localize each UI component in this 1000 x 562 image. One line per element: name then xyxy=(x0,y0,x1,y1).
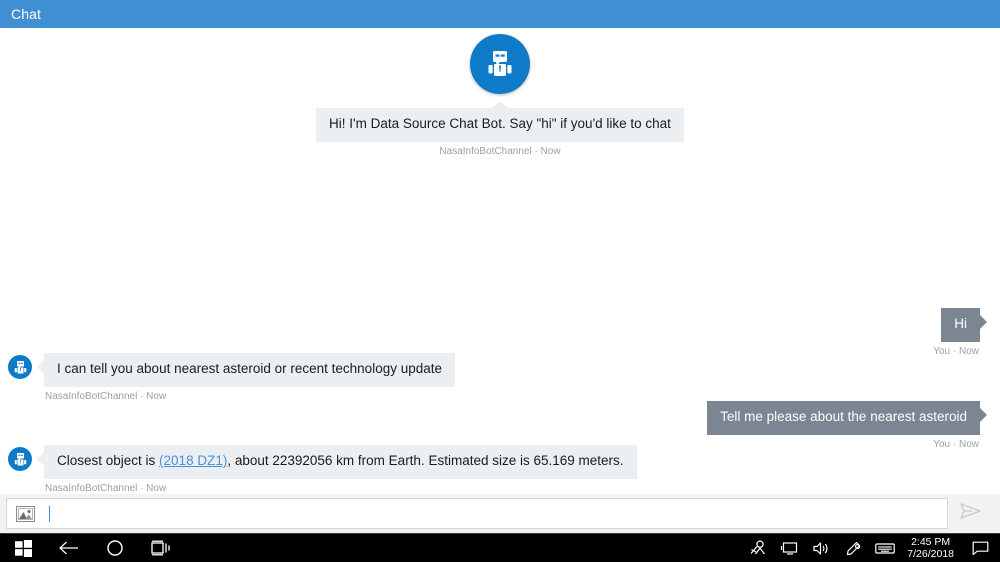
people-icon[interactable] xyxy=(741,534,773,562)
user-message-bubble: Hi xyxy=(941,308,987,342)
text-cursor xyxy=(49,505,50,522)
cortana-circle-icon[interactable] xyxy=(92,534,138,562)
intro-message-meta: NasaInfoBotChannel · Now xyxy=(439,145,561,157)
back-arrow-icon[interactable] xyxy=(46,534,92,562)
task-view-icon[interactable] xyxy=(138,534,184,562)
title-bar: Chat xyxy=(0,0,1000,28)
windows-start-icon[interactable] xyxy=(0,534,46,562)
bot-answer-suffix: , about 22392056 km from Earth. Estimate… xyxy=(227,453,624,468)
send-icon xyxy=(959,502,983,525)
send-button[interactable] xyxy=(948,498,994,529)
keyboard-icon[interactable] xyxy=(869,534,901,562)
asteroid-designation-link[interactable]: (2018 DZ1) xyxy=(159,453,227,468)
bot-icon xyxy=(8,355,32,379)
user-message-bubble: Tell me please about the nearest asteroi… xyxy=(707,401,987,435)
pen-icon[interactable] xyxy=(837,534,869,562)
notification-icon[interactable] xyxy=(964,534,996,562)
bot-message-meta: NasaInfoBotChannel · Now xyxy=(45,482,167,494)
message-row-bot-answer: Closest object is (2018 DZ1), about 2239… xyxy=(8,445,637,494)
user-message-text: Tell me please about the nearest asteroi… xyxy=(720,409,967,424)
monitor-icon[interactable] xyxy=(773,534,805,562)
bot-message-bubble: I can tell you about nearest asteroid or… xyxy=(36,353,456,387)
user-message-meta: You · Now xyxy=(933,345,979,357)
message-row-user-question: Tell me please about the nearest asteroi… xyxy=(707,401,992,450)
clock-time: 2:45 PM xyxy=(911,536,951,548)
message-input-container[interactable] xyxy=(6,498,948,529)
bot-icon xyxy=(470,34,530,94)
chat-app-window: Chat Hi! I'm Data Source Chat Bot. Say "… xyxy=(0,0,1000,562)
bot-answer-prefix: Closest object is xyxy=(57,453,160,468)
taskbar-clock[interactable]: 2:45 PM 7/26/2018 xyxy=(901,536,964,560)
message-row-user-hi: Hi You · Now xyxy=(933,308,992,357)
message-composer xyxy=(0,494,1000,533)
user-message-meta: You · Now xyxy=(933,438,979,450)
message-row-bot-options: I can tell you about nearest asteroid or… xyxy=(8,353,456,402)
intro-message-bubble: Hi! I'm Data Source Chat Bot. Say "hi" i… xyxy=(316,101,684,142)
conversation-area[interactable]: Hi! I'm Data Source Chat Bot. Say "hi" i… xyxy=(0,28,1000,494)
bot-message-bubble: Closest object is (2018 DZ1), about 2239… xyxy=(37,445,637,479)
clock-date: 7/26/2018 xyxy=(907,548,954,560)
bot-message-text: I can tell you about nearest asteroid or… xyxy=(57,361,443,376)
bot-icon xyxy=(8,447,32,471)
window-title: Chat xyxy=(11,6,41,22)
windows-taskbar: 2:45 PM 7/26/2018 xyxy=(0,533,1000,562)
user-message-text: Hi xyxy=(954,316,967,331)
intro-block: Hi! I'm Data Source Chat Bot. Say "hi" i… xyxy=(0,34,1000,157)
image-icon[interactable] xyxy=(15,505,35,522)
bot-message-meta: NasaInfoBotChannel · Now xyxy=(45,390,167,402)
intro-message-text: Hi! I'm Data Source Chat Bot. Say "hi" i… xyxy=(329,116,671,131)
volume-icon[interactable] xyxy=(805,534,837,562)
